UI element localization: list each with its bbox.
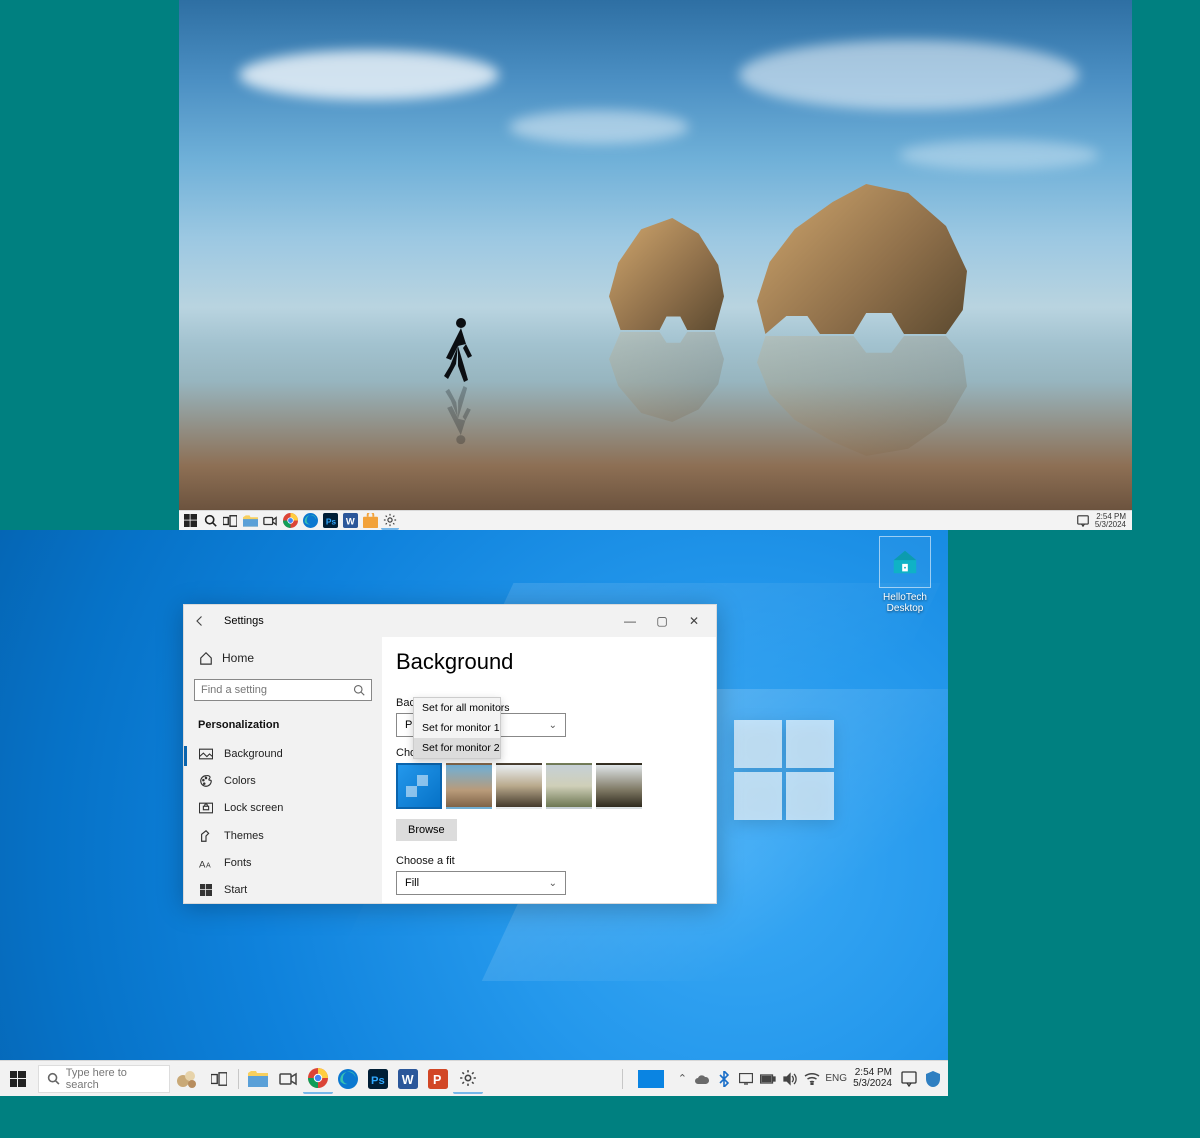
sidebar-item-themes[interactable]: Themes <box>194 823 372 848</box>
sidebar-home[interactable]: Home <box>194 645 372 671</box>
settings-window: Settings — ▢ ✕ Home Find a setting <box>183 604 717 904</box>
taskbar-clock[interactable]: 2:54 PM 5/3/2024 <box>1095 513 1126 529</box>
sidebar-item-colors[interactable]: Colors <box>194 769 372 794</box>
task-view-icon[interactable] <box>221 512 239 530</box>
chevron-down-icon: ⌄ <box>549 878 557 889</box>
task-view-button[interactable] <box>204 1064 234 1094</box>
bluetooth-tray-icon[interactable] <box>715 1070 733 1088</box>
svg-text:P: P <box>433 1073 441 1087</box>
photoshop-icon[interactable]: Ps <box>321 512 339 530</box>
settings-sidebar: Home Find a setting Personalization Back… <box>184 637 382 903</box>
tray-overflow[interactable]: ⌃ <box>675 1072 689 1085</box>
picture-thumb-5[interactable] <box>596 763 642 809</box>
start-button[interactable] <box>181 512 199 530</box>
settings-main: Background Background Picture ⌄ Choose y… <box>382 637 716 903</box>
action-center-button[interactable] <box>898 1068 920 1090</box>
sidebar-item-background[interactable]: Background <box>194 741 372 766</box>
chevron-down-icon: ⌄ <box>549 720 557 731</box>
start-button[interactable] <box>0 1061 36 1096</box>
news-widget[interactable] <box>631 1066 671 1092</box>
wallpaper-windows-logo <box>734 720 834 820</box>
page-heading: Background <box>396 649 702 675</box>
primary-taskbar: Type here to search Ps W P <box>0 1060 948 1096</box>
taskbar-search[interactable]: Type here to search <box>38 1065 170 1093</box>
menu-set-all-monitors[interactable]: Set for all monitors <box>414 698 500 718</box>
svg-text:W: W <box>345 516 354 526</box>
fonts-icon: AA <box>198 857 214 869</box>
wallpaper-runner <box>444 316 474 382</box>
word-app[interactable]: W <box>393 1064 423 1094</box>
powerpoint-app[interactable]: P <box>423 1064 453 1094</box>
edge-icon[interactable] <box>301 512 319 530</box>
label-choose-fit: Choose a fit <box>396 855 702 867</box>
sidebar-category: Personalization <box>194 713 372 739</box>
monitor-1-taskbar: Ps W 2:54 PM 5/3/2024 <box>179 510 1132 530</box>
search-icon <box>353 684 365 696</box>
sidebar-item-fonts[interactable]: AA Fonts <box>194 850 372 875</box>
home-icon <box>198 651 214 665</box>
desktop-icon-hellotech[interactable]: HelloTech Desktop <box>873 536 937 614</box>
monitor-2-desktop[interactable]: HelloTech Desktop Settings — ▢ ✕ Home <box>0 530 948 1060</box>
maximize-button[interactable]: ▢ <box>646 609 678 633</box>
security-tray-icon[interactable] <box>924 1070 942 1088</box>
menu-set-monitor-2[interactable]: Set for monitor 2 <box>414 738 500 758</box>
picture-thumb-1[interactable] <box>396 763 442 809</box>
edge-app[interactable] <box>333 1064 363 1094</box>
action-center-icon[interactable] <box>1077 515 1089 527</box>
picture-thumb-2[interactable] <box>446 763 492 809</box>
set-for-monitor-menu: Set for all monitors Set for monitor 1 S… <box>413 697 501 759</box>
file-explorer-icon[interactable] <box>241 512 259 530</box>
browse-button[interactable]: Browse <box>396 819 457 841</box>
settings-titlebar[interactable]: Settings — ▢ ✕ <box>184 605 716 637</box>
svg-text:A: A <box>206 862 211 869</box>
file-explorer-app[interactable] <box>243 1064 273 1094</box>
window-title: Settings <box>224 615 264 627</box>
volume-tray-icon[interactable] <box>781 1070 799 1088</box>
lock-screen-icon <box>198 802 214 814</box>
battery-tray-icon[interactable] <box>759 1070 777 1088</box>
chrome-app[interactable] <box>303 1064 333 1094</box>
settings-app[interactable] <box>453 1064 483 1094</box>
picture-thumbnails <box>396 763 702 809</box>
menu-set-monitor-1[interactable]: Set for monitor 1 <box>414 718 500 738</box>
start-icon <box>198 884 214 896</box>
picture-thumb-4[interactable] <box>546 763 592 809</box>
fit-dropdown[interactable]: Fill ⌄ <box>396 871 566 895</box>
palette-icon <box>198 774 214 788</box>
store-icon[interactable] <box>361 512 379 530</box>
minimize-button[interactable]: — <box>614 609 646 633</box>
onedrive-tray-icon[interactable] <box>693 1070 711 1088</box>
close-button[interactable]: ✕ <box>678 609 710 633</box>
chrome-icon[interactable] <box>281 512 299 530</box>
desktop-icon-label: HelloTech Desktop <box>873 592 937 614</box>
sidebar-item-lockscreen[interactable]: Lock screen <box>194 796 372 821</box>
svg-text:W: W <box>402 1073 414 1087</box>
svg-text:A: A <box>199 859 206 869</box>
wifi-tray-icon[interactable] <box>803 1070 821 1088</box>
sidebar-item-start[interactable]: Start <box>194 878 372 903</box>
meet-now-app[interactable] <box>273 1064 303 1094</box>
search-icon <box>47 1072 60 1085</box>
language-tray[interactable]: ENG <box>825 1070 847 1088</box>
svg-text:Ps: Ps <box>325 516 336 526</box>
search-icon[interactable] <box>201 512 219 530</box>
taskbar-clock[interactable]: 2:54 PM 5/3/2024 <box>853 1068 892 1089</box>
back-button[interactable] <box>194 615 214 627</box>
svg-text:Ps: Ps <box>371 1075 385 1087</box>
spotlight-icon[interactable] <box>170 1067 204 1091</box>
themes-icon <box>198 829 214 843</box>
word-icon[interactable]: W <box>341 512 359 530</box>
picture-icon <box>198 748 214 760</box>
find-setting-input[interactable]: Find a setting <box>194 679 372 701</box>
project-tray-icon[interactable] <box>737 1070 755 1088</box>
settings-icon[interactable] <box>381 512 399 530</box>
monitor-1-desktop: Ps W 2:54 PM 5/3/2024 <box>179 0 1132 530</box>
meet-now-icon[interactable] <box>261 512 279 530</box>
photoshop-app[interactable]: Ps <box>363 1064 393 1094</box>
picture-thumb-3[interactable] <box>496 763 542 809</box>
